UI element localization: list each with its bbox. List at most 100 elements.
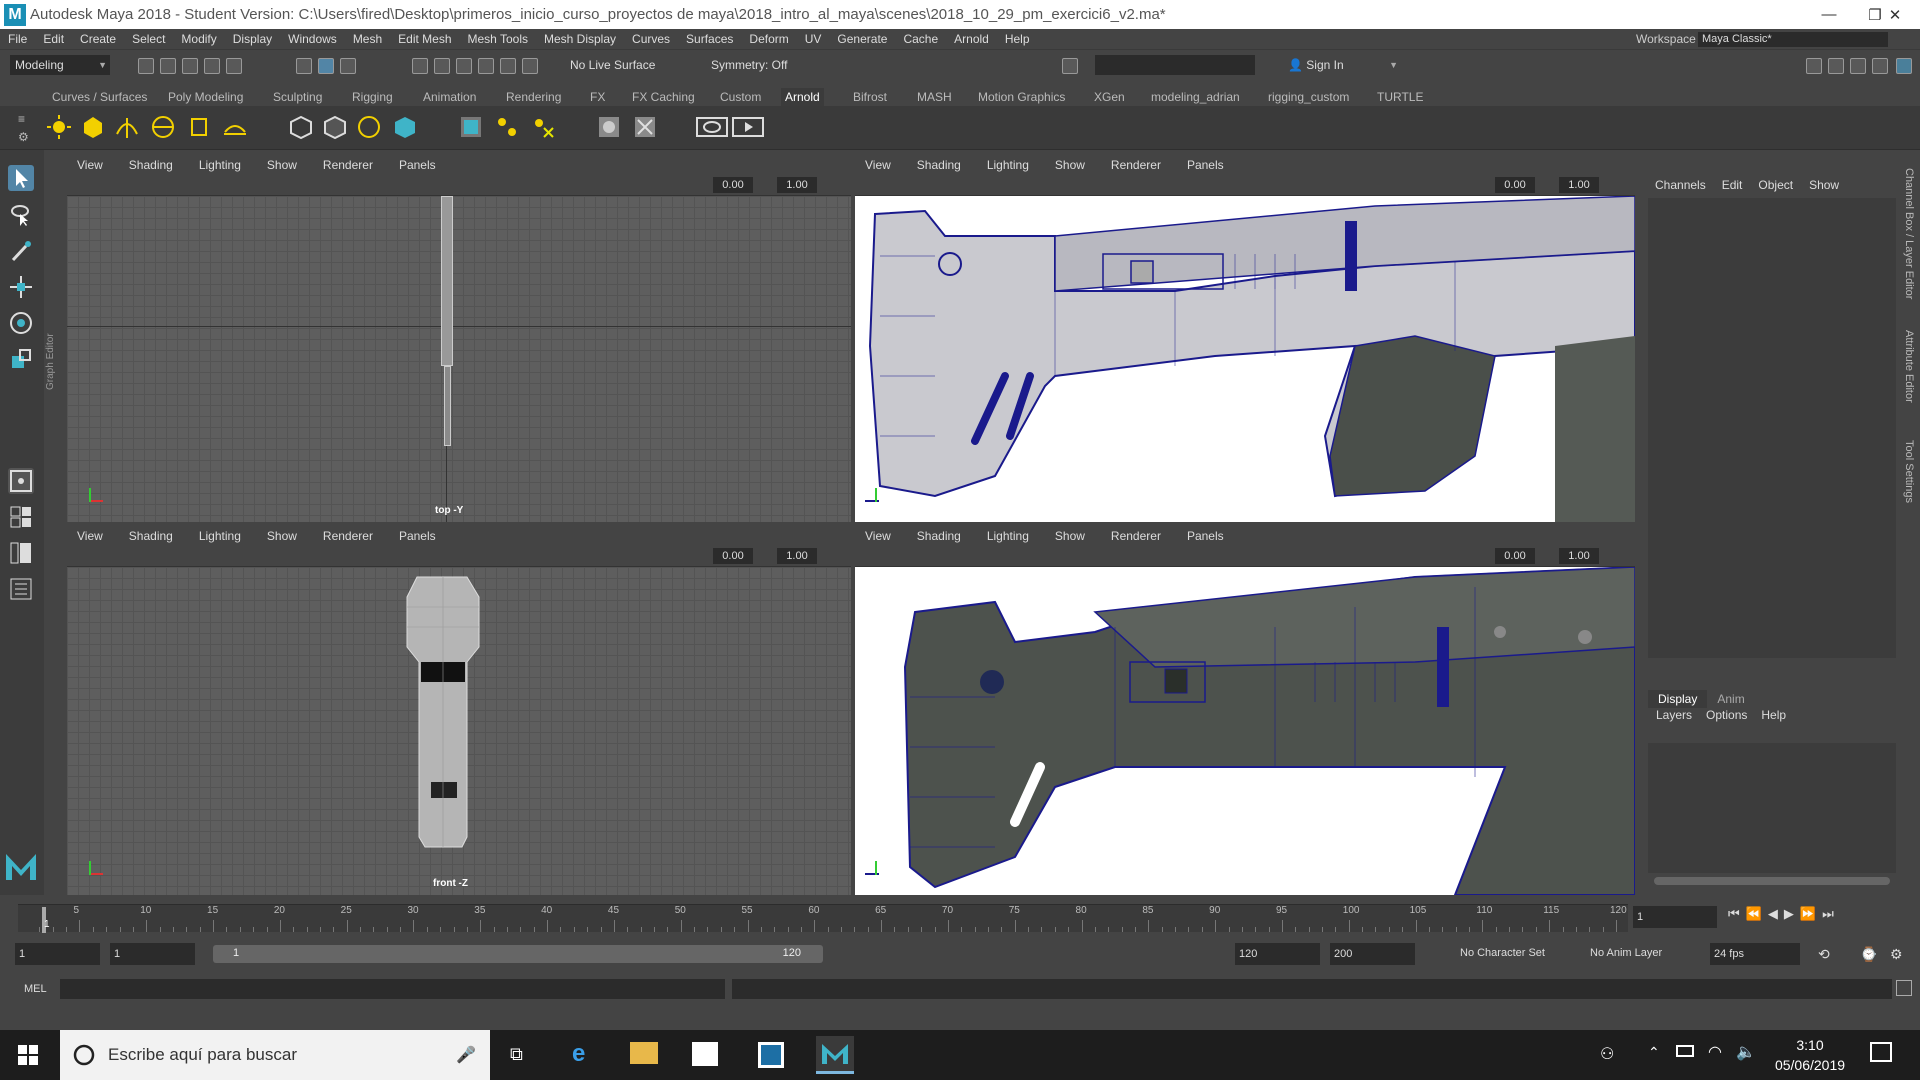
- viewport-menu-shading[interactable]: Shading: [917, 158, 961, 172]
- auto-key-icon[interactable]: ⌚: [1860, 946, 1877, 963]
- select-component-icon[interactable]: [340, 58, 356, 74]
- mel-input[interactable]: [60, 979, 725, 999]
- shelf-tab-turtle[interactable]: TURTLE: [1377, 88, 1423, 106]
- gamma-field[interactable]: 1.00: [777, 548, 817, 564]
- command-input[interactable]: [1095, 55, 1255, 75]
- area-light-icon[interactable]: [80, 114, 106, 140]
- lasso-tool-icon[interactable]: [8, 202, 34, 228]
- animation-start-field[interactable]: 1: [15, 943, 100, 965]
- redo-icon[interactable]: [226, 58, 242, 74]
- current-frame-field[interactable]: 1: [1633, 906, 1717, 928]
- layout-icon[interactable]: [1828, 58, 1844, 74]
- loop-icon[interactable]: ⟲: [1818, 946, 1830, 963]
- viewport-canvas[interactable]: [855, 195, 1635, 522]
- shelf-tab-curves-surfaces[interactable]: Curves / Surfaces: [52, 88, 147, 106]
- layer-menu-help[interactable]: Help: [1761, 708, 1786, 722]
- notifications-icon[interactable]: [1870, 1042, 1892, 1062]
- menu-deform[interactable]: Deform: [741, 32, 796, 46]
- layer-menu-layers[interactable]: Layers: [1656, 708, 1692, 722]
- shelf-tab-rendering[interactable]: Rendering: [506, 88, 561, 106]
- viewport-persp-textured[interactable]: View Shading Lighting Show Renderer Pane…: [855, 527, 1635, 895]
- viewport-canvas[interactable]: [855, 565, 1635, 895]
- task-view-icon[interactable]: ⧉: [510, 1044, 523, 1065]
- shelf-tab-fx[interactable]: FX: [590, 88, 605, 106]
- viewport-menu-renderer[interactable]: Renderer: [1111, 529, 1161, 543]
- shelf-tab-poly-modeling[interactable]: Poly Modeling: [168, 88, 243, 106]
- render-settings-icon[interactable]: [1062, 58, 1078, 74]
- exposure-field[interactable]: 0.00: [1495, 177, 1535, 193]
- scale-tool-icon[interactable]: [8, 346, 34, 372]
- taskbar-search[interactable]: Escribe aquí para buscar 🎤: [60, 1030, 490, 1080]
- live-surface-field[interactable]: No Live Surface: [565, 55, 675, 75]
- viewport-canvas[interactable]: top -Y: [67, 196, 851, 522]
- select-hierarchy-icon[interactable]: [296, 58, 312, 74]
- viewport-menu-view[interactable]: View: [865, 529, 891, 543]
- channel-menu-object[interactable]: Object: [1758, 178, 1793, 192]
- viewport-menu-view[interactable]: View: [865, 158, 891, 172]
- tab-display[interactable]: Display: [1648, 690, 1708, 708]
- tab-tool-settings[interactable]: Tool Settings: [1903, 440, 1915, 503]
- shelf-tab-custom[interactable]: Custom: [720, 88, 761, 106]
- menu-cache[interactable]: Cache: [895, 32, 946, 46]
- light-manager-icon[interactable]: [494, 114, 520, 140]
- shelf-tab-fx-caching[interactable]: FX Caching: [632, 88, 695, 106]
- menu-uv[interactable]: UV: [797, 32, 830, 46]
- viewport-menu-lighting[interactable]: Lighting: [199, 529, 241, 543]
- move-tool-icon[interactable]: [8, 274, 34, 300]
- volume-icon[interactable]: 🔈: [1736, 1042, 1756, 1062]
- viewport-menu-shading[interactable]: Shading: [129, 158, 173, 172]
- curve-collector-icon[interactable]: [392, 114, 418, 140]
- time-slider[interactable]: 1 5 10 15 20 25 30 35 40 45 50 55 60 65 70 75 80 85 90 95 1…: [0, 898, 1920, 934]
- file-explorer-icon[interactable]: [630, 1042, 658, 1064]
- channel-menu-edit[interactable]: Edit: [1722, 178, 1743, 192]
- close-button[interactable]: ✕: [1872, 0, 1918, 29]
- wifi-icon[interactable]: ◠: [1708, 1042, 1722, 1062]
- paint-select-tool-icon[interactable]: [8, 238, 34, 264]
- app-icon[interactable]: [758, 1042, 784, 1068]
- layer-menu-options[interactable]: Options: [1706, 708, 1747, 722]
- point-light-icon[interactable]: [46, 114, 72, 140]
- menu-arnold[interactable]: Arnold: [946, 32, 997, 46]
- shelf-settings-icon[interactable]: ⚙: [18, 130, 29, 144]
- outliner-persp-view-icon[interactable]: [8, 540, 34, 566]
- animation-end-field[interactable]: 200: [1330, 943, 1415, 965]
- menu-mesh[interactable]: Mesh: [345, 32, 390, 46]
- shelf-tab-modeling-adrian[interactable]: modeling_adrian: [1151, 88, 1240, 106]
- channel-menu-show[interactable]: Show: [1809, 178, 1839, 192]
- store-icon[interactable]: [692, 1042, 718, 1066]
- mesh-light-icon[interactable]: [150, 114, 176, 140]
- tab-anim[interactable]: Anim: [1707, 690, 1754, 708]
- anim-layer-dropdown[interactable]: No Anim Layer: [1590, 947, 1662, 959]
- shelf-tab-motion-graphics[interactable]: Motion Graphics: [978, 88, 1065, 106]
- shelf-tab-animation[interactable]: Animation: [423, 88, 476, 106]
- people-icon[interactable]: ⚇: [1600, 1044, 1614, 1064]
- shelf-tab-rigging[interactable]: Rigging: [352, 88, 393, 106]
- shelf-tab-sculpting[interactable]: Sculpting: [273, 88, 322, 106]
- menu-select[interactable]: Select: [124, 32, 173, 46]
- viewport-menu-view[interactable]: View: [77, 529, 103, 543]
- edge-icon[interactable]: e: [572, 1040, 585, 1068]
- menu-curves[interactable]: Curves: [624, 32, 678, 46]
- shelf-tab-mash[interactable]: MASH: [917, 88, 952, 106]
- windows-start-icon[interactable]: [18, 1045, 38, 1065]
- exposure-field[interactable]: 0.00: [1495, 548, 1535, 564]
- shelf-menu-icon[interactable]: ≡: [18, 112, 25, 126]
- fps-dropdown[interactable]: 24 fps: [1710, 943, 1800, 965]
- skydome-light-icon[interactable]: [114, 114, 140, 140]
- viewport-menu-shading[interactable]: Shading: [917, 529, 961, 543]
- anim-prefs-icon[interactable]: ⚙: [1890, 946, 1903, 963]
- txmanager-icon[interactable]: [458, 114, 484, 140]
- layer-scrollbar[interactable]: [1654, 877, 1890, 885]
- gamma-field[interactable]: 1.00: [777, 177, 817, 193]
- layer-list[interactable]: [1648, 743, 1896, 873]
- viewport-menu-panels[interactable]: Panels: [1187, 158, 1224, 172]
- viewport-canvas[interactable]: front -Z: [67, 567, 851, 895]
- viewport-menu-renderer[interactable]: Renderer: [323, 158, 373, 172]
- new-scene-icon[interactable]: [138, 58, 154, 74]
- range-slider[interactable]: 1 120: [213, 945, 823, 963]
- snap-grid-icon[interactable]: [412, 58, 428, 74]
- standin-icon[interactable]: [288, 114, 314, 140]
- layout-icon[interactable]: [1850, 58, 1866, 74]
- gamma-field[interactable]: 1.00: [1559, 548, 1599, 564]
- viewport-menu-show[interactable]: Show: [1055, 529, 1085, 543]
